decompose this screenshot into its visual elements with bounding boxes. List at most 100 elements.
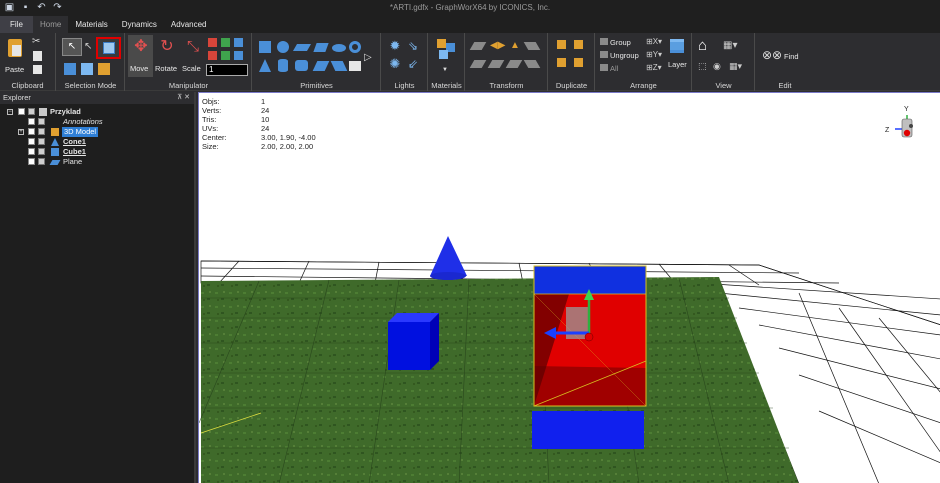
mirror-icon[interactable] <box>469 60 487 68</box>
cone-object[interactable] <box>430 236 467 280</box>
tree-item-przyklad[interactable]: − Przyklad <box>0 107 194 117</box>
mirror-z-icon[interactable] <box>505 60 523 68</box>
tab-materials[interactable]: Materials <box>68 16 114 33</box>
view-group: ⌂ ▦▾ ⬚ ◉ ▦▾ View <box>693 33 755 91</box>
lock-icon[interactable] <box>38 148 45 155</box>
point-light-icon[interactable]: ✹ <box>388 39 402 53</box>
stat-key: Size: <box>202 142 219 151</box>
cylinder-primitive-icon[interactable] <box>278 59 288 72</box>
pyramid-primitive-icon[interactable] <box>312 61 330 71</box>
visibility-checkbox[interactable] <box>28 148 35 155</box>
tree-item-cube1[interactable]: Cube1 <box>0 147 194 157</box>
cube-select-icon[interactable] <box>96 37 121 59</box>
z-axis-minus-icon[interactable] <box>234 51 243 60</box>
cut-icon[interactable]: ✂ <box>32 37 44 47</box>
expand-icon[interactable]: + <box>18 129 24 135</box>
duplicate-grid-icon[interactable] <box>557 58 566 67</box>
y-axis-minus-icon[interactable] <box>221 51 230 60</box>
home-view-icon[interactable]: ⌂ <box>698 38 714 54</box>
step-value-input[interactable]: 1 <box>206 64 248 76</box>
flip-horizontal-icon[interactable] <box>469 42 487 50</box>
rotate-view-icon[interactable] <box>523 42 541 50</box>
visibility-checkbox[interactable] <box>28 158 35 165</box>
lock-icon[interactable] <box>28 108 35 115</box>
tab-dynamics[interactable]: Dynamics <box>115 16 164 33</box>
visibility-checkbox[interactable] <box>28 128 35 135</box>
tree-item-plane[interactable]: Plane <box>0 157 194 167</box>
tree-item-3d-model[interactable]: + 3D Model <box>0 127 194 137</box>
align-left-icon[interactable]: ◀▶ <box>490 40 505 52</box>
pin-close-icons[interactable]: ⊼ ✕ <box>177 92 190 104</box>
rotate-button[interactable]: ↻ Rotate <box>154 35 180 77</box>
y-axis-icon[interactable] <box>221 38 230 47</box>
copy-icon[interactable] <box>33 51 42 61</box>
z-axis-icon[interactable] <box>234 38 243 47</box>
layer-icon[interactable] <box>670 39 684 53</box>
tab-file[interactable]: File <box>0 16 33 33</box>
tree-item-cone1[interactable]: Cone1 <box>0 137 194 147</box>
x-axis-minus-icon[interactable] <box>208 51 217 60</box>
materials-icon[interactable] <box>437 39 446 48</box>
material-select-icon[interactable] <box>98 63 110 75</box>
plane-primitive-icon[interactable] <box>292 44 312 51</box>
directional-light-icon[interactable]: ⇘ <box>406 39 420 53</box>
paste-button[interactable]: Paste <box>4 37 26 75</box>
materials-dropdown-icon[interactable]: ▼ <box>442 67 450 73</box>
orientation-gizmo[interactable] <box>895 115 913 138</box>
rotate-icon: ↻ <box>160 38 174 55</box>
align-z-icon[interactable]: ⊞Z▾ <box>646 63 664 73</box>
3d-viewport[interactable]: Y Z Objs: 1 Verts: 24 Tris: 10 UVs: 24 Cente… <box>198 92 940 483</box>
lock-icon[interactable] <box>38 138 45 145</box>
cube-primitive-icon[interactable] <box>259 41 271 53</box>
object-select-icon[interactable]: ↖ <box>84 40 94 54</box>
eye-icon[interactable]: ◉ <box>713 61 725 71</box>
ungroup-button[interactable]: Ungroup <box>610 51 639 60</box>
more-primitives-icon[interactable]: ▷ <box>364 51 374 65</box>
mirror-y-icon[interactable] <box>487 60 505 68</box>
text-primitive-icon[interactable] <box>349 61 361 71</box>
collapse-icon[interactable]: − <box>7 109 13 115</box>
grid-view-icon[interactable]: ▦▾ <box>729 61 747 71</box>
sphere-primitive-icon[interactable] <box>277 41 289 53</box>
visibility-checkbox[interactable] <box>28 118 35 125</box>
small-cube-object[interactable] <box>388 313 439 370</box>
scale-button[interactable]: ⤡ Scale <box>181 35 205 77</box>
visibility-checkbox[interactable] <box>18 108 25 115</box>
lock-icon[interactable] <box>38 118 45 125</box>
reset-transform-icon[interactable] <box>523 60 541 68</box>
extrusion-primitive-icon[interactable] <box>330 61 348 71</box>
ambient-light-icon[interactable]: ⇙ <box>406 57 420 71</box>
group-button[interactable]: Group <box>610 38 631 47</box>
wedge-primitive-icon[interactable] <box>313 43 329 52</box>
duplicate-radial-icon[interactable] <box>574 58 583 67</box>
disc-primitive-icon[interactable] <box>332 44 346 52</box>
format-painter-icon[interactable] <box>33 65 42 74</box>
scene-canvas[interactable]: Y Z <box>199 93 940 483</box>
duplicate-array-icon[interactable] <box>574 40 583 49</box>
vertex-select-icon[interactable] <box>64 63 76 75</box>
align-x-icon[interactable]: ⊞X▾ <box>646 37 664 47</box>
lock-icon[interactable] <box>38 158 45 165</box>
tube-primitive-icon[interactable] <box>295 60 308 71</box>
pointer-select-icon[interactable]: ↖ <box>62 38 82 56</box>
tab-home[interactable]: Home <box>33 16 69 33</box>
spot-light-icon[interactable]: ✺ <box>388 57 402 71</box>
stat-key: Tris: <box>202 115 217 124</box>
grass-plane[interactable] <box>201 277 799 483</box>
zoom-extents-icon[interactable]: ⬚ <box>698 61 710 71</box>
tab-advanced[interactable]: Advanced <box>164 16 214 33</box>
lock-icon[interactable] <box>38 128 45 135</box>
tree-item-annotations[interactable]: Annotations <box>0 117 194 127</box>
x-axis-icon[interactable] <box>208 38 217 47</box>
align-y-icon[interactable]: ⊞Y▾ <box>646 50 664 60</box>
torus-primitive-icon[interactable] <box>349 41 361 53</box>
select-all-button[interactable]: All <box>610 64 618 73</box>
face-select-icon[interactable] <box>81 63 93 75</box>
duplicate-icon[interactable] <box>557 40 566 49</box>
find-button[interactable]: Find <box>784 52 799 61</box>
camera-icon[interactable]: ▦▾ <box>723 40 741 52</box>
align-up-icon[interactable]: ▲ <box>510 40 520 52</box>
cone-primitive-icon[interactable] <box>259 59 271 72</box>
move-button[interactable]: ✥ Move <box>128 35 153 77</box>
visibility-checkbox[interactable] <box>28 138 35 145</box>
